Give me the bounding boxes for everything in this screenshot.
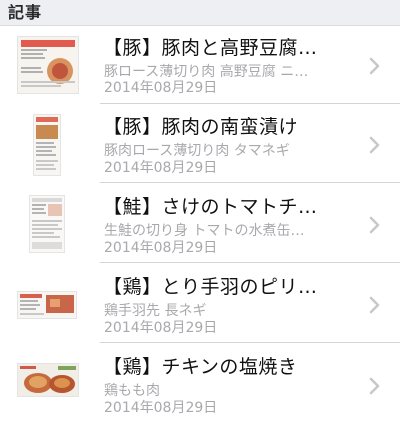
recipe-card-thumbnail <box>29 195 65 253</box>
item-title: 【鮭】さけのトマトチ… <box>103 196 318 218</box>
list-item[interactable]: 【鶏】チキンの塩焼き 鶏もも肉 2014年08月29日 <box>0 343 400 424</box>
recipe-photo-thumbnail <box>17 363 79 397</box>
item-ingredients: 豚肉ロース薄切り肉 タマネギ <box>104 143 290 159</box>
item-title: 【豚】豚肉と高野豆腐… <box>103 37 318 59</box>
item-title: 【豚】豚肉の南蛮漬け <box>103 116 299 138</box>
recipe-card-thumbnail <box>17 36 79 94</box>
item-ingredients: 生鮭の切り身 トマトの水煮缶… <box>104 223 305 239</box>
list-item[interactable]: 【鶏】とり手羽のピリ… 鶏手羽先 長ネギ 2014年08月29日 <box>0 263 400 343</box>
item-title: 【鶏】チキンの塩焼き <box>103 356 298 378</box>
item-title: 【鶏】とり手羽のピリ… <box>103 276 318 298</box>
item-ingredients: 鶏手羽先 長ネギ <box>104 303 207 319</box>
list-item[interactable]: 【鮭】さけのトマトチ… 生鮭の切り身 トマトの水煮缶… 2014年08月29日 <box>0 183 400 263</box>
chevron-right-icon <box>369 377 380 395</box>
chevron-right-icon <box>369 216 380 234</box>
item-date: 2014年08月29日 <box>104 80 218 96</box>
chevron-right-icon <box>369 136 380 154</box>
item-date: 2014年08月29日 <box>104 320 218 336</box>
chevron-right-icon <box>369 57 380 75</box>
item-date: 2014年08月29日 <box>104 400 218 416</box>
list-item[interactable]: 【豚】豚肉の南蛮漬け 豚肉ロース薄切り肉 タマネギ 2014年08月29日 <box>0 104 400 183</box>
item-ingredients: 鶏もも肉 <box>104 383 160 399</box>
item-date: 2014年08月29日 <box>104 240 218 256</box>
item-date: 2014年08月29日 <box>104 160 218 176</box>
list-item[interactable]: 【豚】豚肉と高野豆腐… 豚ロース薄切り肉 高野豆腐 ニ… 2014年08月29日 <box>0 26 400 104</box>
recipe-card-thumbnail <box>17 291 77 319</box>
recipe-card-thumbnail <box>33 114 61 176</box>
section-title: 記事 <box>8 3 43 22</box>
chevron-right-icon <box>369 296 380 314</box>
section-header: 記事 <box>0 0 400 26</box>
